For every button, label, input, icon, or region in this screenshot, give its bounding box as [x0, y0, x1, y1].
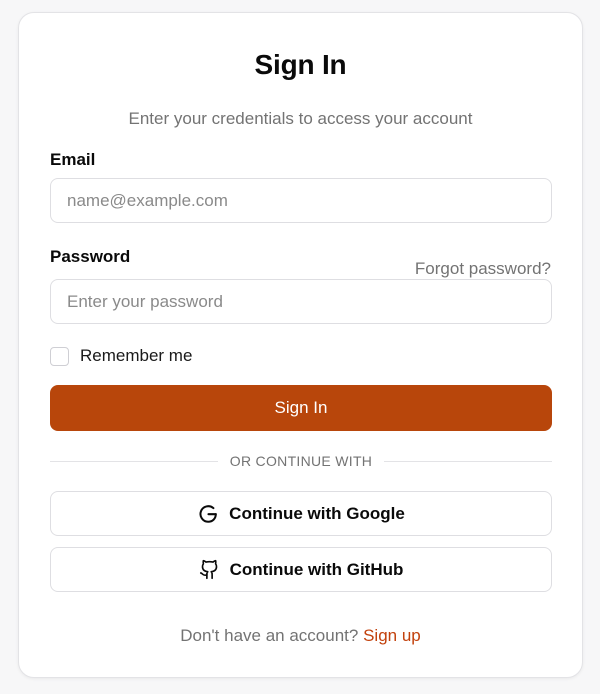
google-button-label: Continue with Google [229, 503, 405, 523]
password-label: Password [50, 247, 131, 266]
sign-up-prompt: Don't have an account? Sign up [19, 626, 582, 646]
google-sign-in-button[interactable]: Continue with Google [50, 491, 552, 536]
page-title: Sign In [254, 49, 347, 80]
divider-line-right [384, 460, 552, 462]
remember-me-label: Remember me [80, 346, 193, 365]
github-button-label: Continue with GitHub [229, 559, 404, 579]
email-label: Email [50, 150, 96, 169]
email-field[interactable] [50, 178, 552, 223]
forgot-password-link[interactable]: Forgot password? [415, 259, 551, 279]
divider-line-left [50, 460, 218, 462]
remember-me-row: Remember me [50, 346, 192, 366]
remember-me-checkbox[interactable] [50, 346, 69, 366]
github-icon [199, 559, 220, 580]
divider: OR CONTINUE WITH [50, 453, 552, 469]
google-g-icon [197, 503, 219, 525]
password-field[interactable] [50, 279, 552, 324]
sign-up-prompt-text: Don't have an account? [180, 626, 359, 645]
sign-in-button[interactable]: Sign In [50, 385, 552, 431]
page-subtitle: Enter your credentials to access your ac… [128, 109, 473, 128]
sign-in-card: Sign In Enter your credentials to access… [18, 12, 583, 678]
divider-text: OR CONTINUE WITH [229, 453, 373, 469]
github-sign-in-button[interactable]: Continue with GitHub [50, 547, 552, 592]
sign-up-link[interactable]: Sign up [363, 626, 421, 645]
